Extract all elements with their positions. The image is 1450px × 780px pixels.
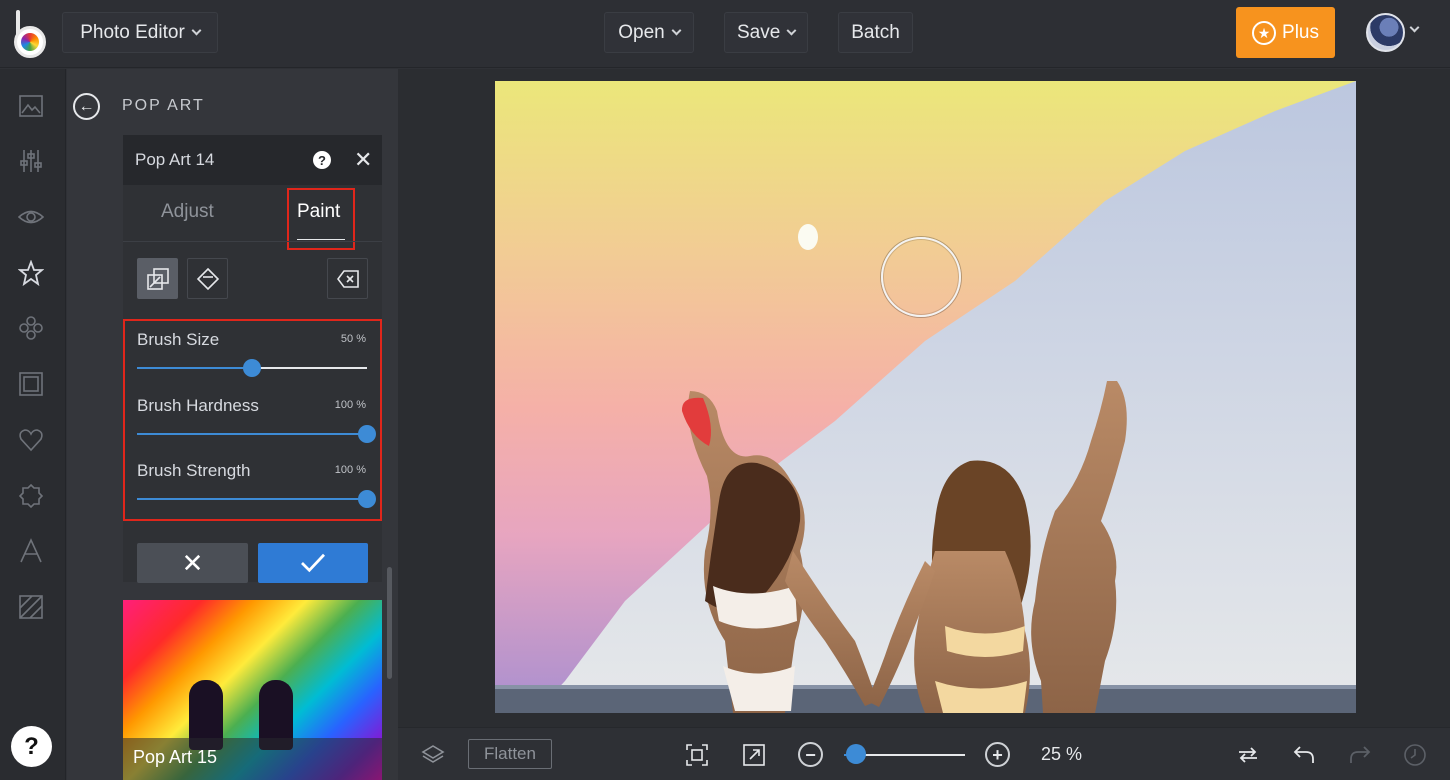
eye-icon[interactable] bbox=[17, 203, 45, 231]
chevron-down-icon bbox=[671, 25, 682, 36]
heart-icon[interactable] bbox=[17, 426, 45, 454]
panel-title: POP ART bbox=[122, 97, 205, 114]
paint-brush-tool[interactable] bbox=[137, 258, 178, 299]
clear-icon bbox=[336, 269, 359, 288]
brush-hardness-value: 100 % bbox=[334, 399, 366, 411]
brush-size-slider[interactable] bbox=[137, 359, 367, 377]
open-button[interactable]: Open bbox=[604, 12, 694, 53]
brush-size-value: 50 % bbox=[340, 333, 366, 345]
eraser-tool[interactable] bbox=[187, 258, 228, 299]
close-icon: ✕ bbox=[181, 547, 204, 578]
befunky-logo[interactable] bbox=[12, 10, 48, 58]
flatten-button[interactable]: Flatten bbox=[468, 739, 552, 769]
frame-icon[interactable] bbox=[17, 370, 45, 398]
photo-canvas[interactable] bbox=[495, 81, 1356, 713]
redo-icon[interactable] bbox=[1347, 742, 1373, 768]
slider-fill bbox=[137, 433, 367, 435]
fit-screen-icon[interactable] bbox=[684, 742, 710, 768]
batch-button[interactable]: Batch bbox=[838, 12, 913, 53]
image-icon[interactable] bbox=[17, 92, 45, 120]
plus-button[interactable]: ★ Plus bbox=[1236, 7, 1335, 58]
panel-scrollbar[interactable] bbox=[387, 567, 392, 679]
history-icon[interactable] bbox=[1402, 742, 1428, 768]
zoom-thumb[interactable] bbox=[846, 744, 867, 764]
badge-icon[interactable] bbox=[17, 482, 45, 510]
swap-icon[interactable] bbox=[1235, 742, 1261, 768]
zoom-in-button[interactable]: + bbox=[985, 742, 1010, 767]
chevron-down-icon bbox=[786, 25, 797, 36]
brush-strength-slider[interactable] bbox=[137, 490, 376, 508]
back-arrow-icon[interactable]: ← bbox=[73, 93, 100, 120]
sliders-icon[interactable] bbox=[17, 147, 45, 175]
brush-hardness-slider[interactable] bbox=[137, 425, 376, 443]
layers-icon[interactable] bbox=[420, 742, 446, 768]
apply-button[interactable] bbox=[258, 543, 368, 583]
top-bar: Photo Editor Open Save Batch ★ Plus bbox=[0, 0, 1450, 68]
canvas-area bbox=[398, 69, 1450, 727]
paint-brush-icon bbox=[146, 267, 169, 290]
slider-thumb[interactable] bbox=[358, 425, 376, 443]
pop-art-15-thumbnail[interactable]: Pop Art 15 bbox=[123, 600, 382, 780]
slider-thumb[interactable] bbox=[358, 490, 376, 508]
text-icon[interactable] bbox=[17, 537, 45, 565]
brush-strength-value: 100 % bbox=[334, 464, 366, 476]
plus-label: Plus bbox=[1282, 21, 1319, 43]
clear-tool[interactable] bbox=[327, 258, 368, 299]
texture-icon[interactable] bbox=[17, 593, 45, 621]
help-button[interactable]: ? bbox=[11, 726, 52, 767]
chevron-down-icon bbox=[191, 25, 202, 36]
batch-label: Batch bbox=[851, 21, 900, 43]
avatar[interactable] bbox=[1366, 13, 1405, 52]
brush-cursor bbox=[881, 237, 961, 317]
brush-size-label: Brush Size bbox=[137, 330, 220, 349]
tab-adjust[interactable]: Adjust bbox=[161, 201, 214, 223]
effect-name: Pop Art 14 bbox=[135, 150, 215, 169]
effect-header: Pop Art 14 ? ✕ bbox=[123, 135, 382, 185]
undo-icon[interactable] bbox=[1291, 742, 1317, 768]
actual-size-icon[interactable] bbox=[741, 742, 767, 768]
star-icon: ★ bbox=[1252, 20, 1277, 45]
flower-icon[interactable] bbox=[17, 314, 45, 342]
bottom-toolbar: Flatten − + 25 % bbox=[398, 727, 1450, 780]
save-label: Save bbox=[737, 21, 781, 43]
cancel-button[interactable]: ✕ bbox=[137, 543, 248, 583]
close-icon[interactable]: ✕ bbox=[354, 149, 372, 171]
save-button[interactable]: Save bbox=[724, 12, 808, 53]
question-icon[interactable]: ? bbox=[313, 151, 331, 169]
checkmark-icon bbox=[301, 553, 326, 573]
effect-settings-card: Pop Art 14 ? ✕ Adjust Paint Brush Size 5… bbox=[123, 135, 382, 583]
brush-hardness-label: Brush Hardness bbox=[137, 396, 259, 415]
divider bbox=[123, 241, 382, 242]
photo-content bbox=[495, 81, 1356, 713]
star-icon[interactable] bbox=[17, 259, 45, 287]
thumbnail-label: Pop Art 15 bbox=[133, 747, 218, 767]
tool-rail bbox=[0, 69, 66, 780]
eraser-icon bbox=[196, 267, 219, 290]
slider-fill bbox=[137, 498, 367, 500]
chevron-down-icon[interactable] bbox=[1409, 22, 1420, 33]
open-label: Open bbox=[618, 21, 665, 43]
photo-editor-label: Photo Editor bbox=[80, 21, 185, 43]
zoom-level: 25 % bbox=[1041, 744, 1083, 764]
brush-strength-label: Brush Strength bbox=[137, 461, 251, 480]
zoom-out-button[interactable]: − bbox=[798, 742, 823, 767]
slider-thumb[interactable] bbox=[243, 359, 261, 377]
photo-editor-menu[interactable]: Photo Editor bbox=[62, 12, 218, 53]
effects-panel: ← POP ART Pop Art 14 ? ✕ Adjust Paint Br… bbox=[67, 69, 398, 780]
slider-fill bbox=[137, 367, 252, 369]
